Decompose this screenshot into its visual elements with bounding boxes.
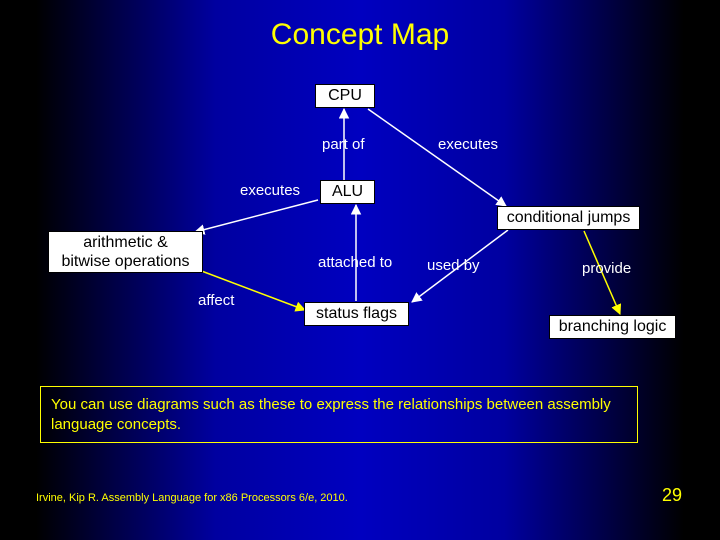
note-box: You can use diagrams such as these to ex… [40, 386, 638, 443]
node-alu: ALU [320, 180, 375, 204]
node-conditional-jumps: conditional jumps [497, 206, 640, 230]
edge-label-provide: provide [582, 260, 631, 277]
page-title: Concept Map [0, 18, 720, 52]
slide: Concept Map CPU ALU arithmetic & bitwise… [0, 0, 720, 540]
page-number: 29 [662, 485, 682, 506]
edge-label-part-of: part of [322, 136, 365, 153]
node-arith: arithmetic & bitwise operations [48, 231, 203, 273]
edge-label-attached-to: attached to [318, 254, 392, 271]
node-status-flags: status flags [304, 302, 409, 326]
edge-label-affect: affect [198, 292, 234, 309]
node-branching-logic: branching logic [549, 315, 676, 339]
edge-label-executes-right: executes [438, 136, 498, 153]
edge-label-executes-left: executes [240, 182, 300, 199]
footer-citation: Irvine, Kip R. Assembly Language for x86… [36, 492, 348, 504]
edge-label-used-by: used by [427, 257, 480, 274]
node-cpu: CPU [315, 84, 375, 108]
